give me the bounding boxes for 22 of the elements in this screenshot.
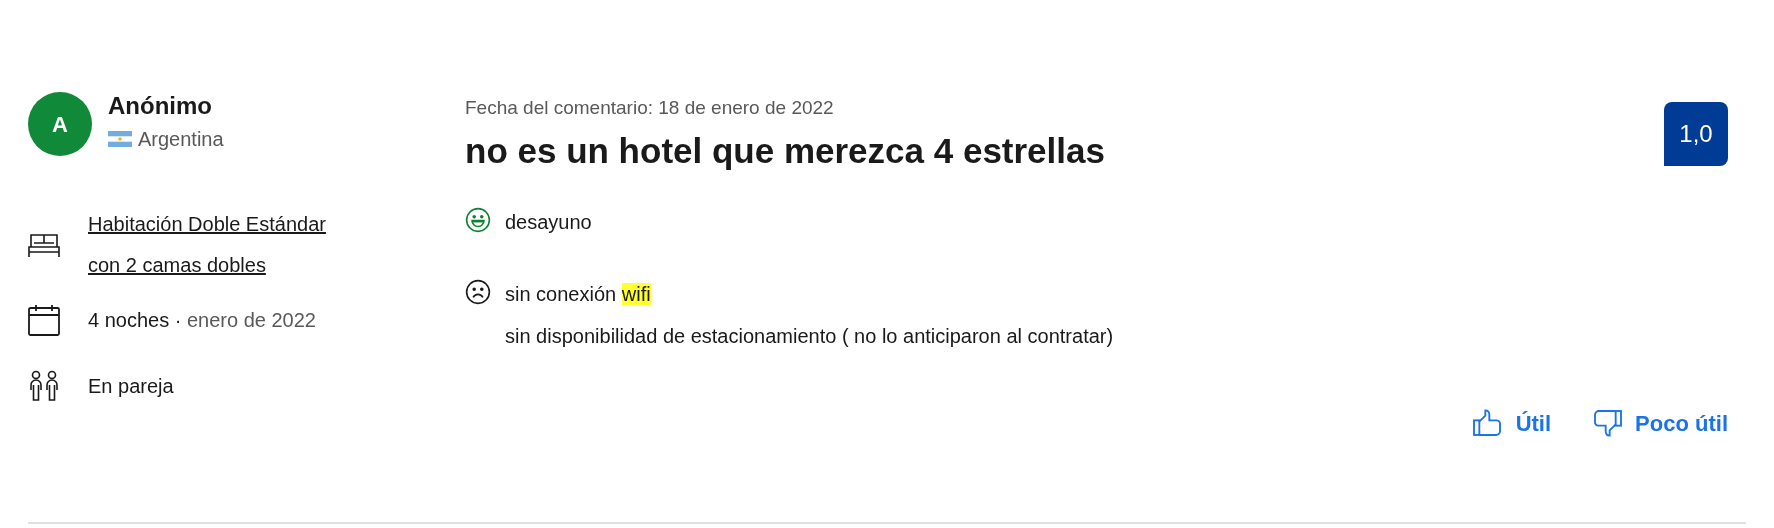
traveler-type: En pareja [88,374,174,399]
comment-text: desayuno [505,209,592,235]
thumbs-up-icon [1471,407,1504,439]
thumbs-down-icon [1591,407,1624,439]
reviewer-name: Anónimo [108,91,213,121]
score-badge: 1,0 [1664,102,1728,166]
smiley-icon [465,206,491,233]
people-icon [28,370,60,402]
vote-button[interactable]: Poco útil [1591,406,1728,440]
review-title: no es un hotel que merezca 4 estrellas [465,129,1105,172]
stay-duration: 4 noches · enero de 2022 [88,308,316,333]
bed-icon [28,232,60,258]
calendar-icon [28,304,60,336]
vote-button[interactable]: Útil [1471,406,1552,440]
comment-text: sin conexión wifi [505,281,652,307]
comment-text: sin disponibilidad de estacionamiento ( no lo anticiparon al contratar) [505,323,1114,349]
review-date: Fecha del comentario: 18 de enero de 2022 [465,96,835,120]
avatar: A [28,92,92,156]
frown-icon [465,278,491,305]
room-link[interactable]: Habitación Doble Estándar con 2 camas dobles [88,204,338,286]
reviewer-country: Argentina [138,127,224,152]
flag-icon [108,131,132,147]
